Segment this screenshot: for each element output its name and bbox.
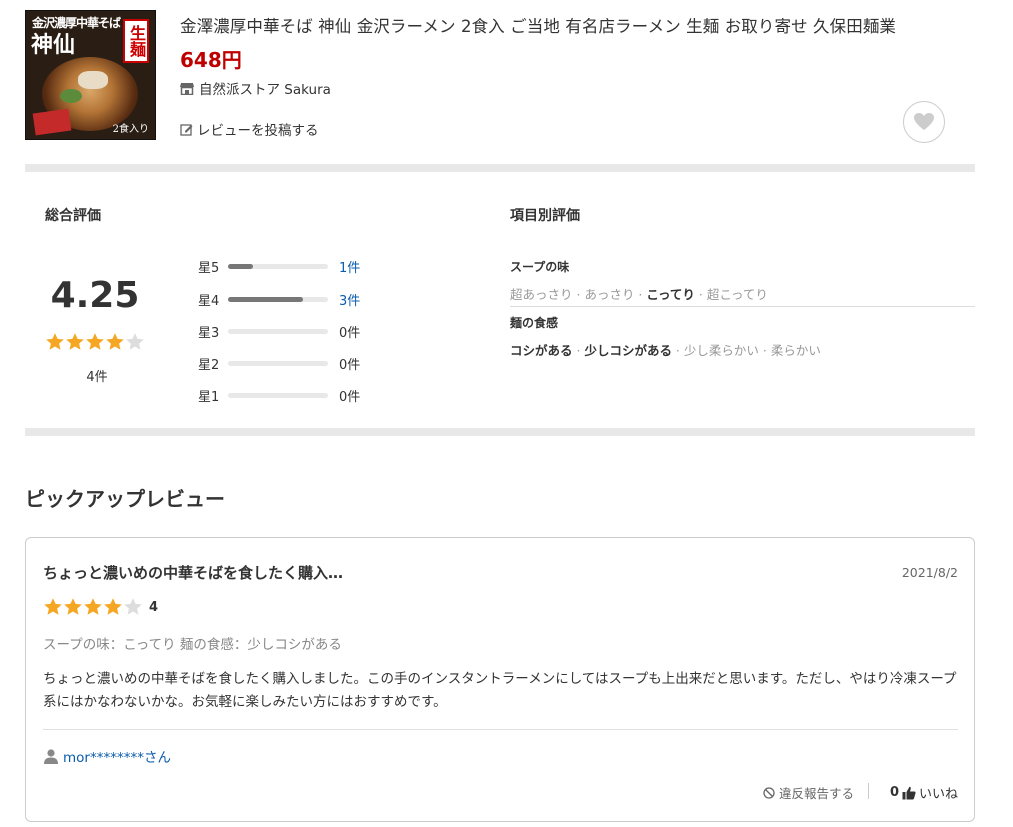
item-option: 超こってり (706, 287, 768, 302)
item-option: 超あっさり (510, 287, 573, 302)
rating-bar-label: 星1 (198, 389, 220, 405)
option-separator: · (694, 287, 707, 302)
star-icon (85, 332, 105, 352)
like-label: いいね (918, 787, 958, 802)
average-stars (45, 332, 149, 352)
rating-bar-track (228, 360, 328, 366)
item-option: 少しコシがある (584, 343, 672, 358)
item-option: 柔らかい (770, 343, 821, 358)
edit-icon (180, 123, 193, 136)
review-body: ちょっと濃いめの中華そばを食したく購入しました。この手のインスタントラーメンにし… (43, 671, 957, 710)
review-card: ちょっと濃いめの中華そばを食したく購入… 2021/8/2 4 スープの味：こっ… (25, 537, 975, 822)
item-option: コシがある (510, 343, 573, 358)
star-icon (43, 597, 63, 617)
item-option: こってり (646, 287, 695, 302)
section-divider (25, 164, 975, 172)
package-graphic (32, 108, 72, 136)
total-review-count: 4件 (86, 370, 108, 385)
option-separator: · (572, 343, 585, 358)
rating-bar-row: 星1 0件 (198, 385, 360, 405)
rating-bar-label: 星5 (198, 260, 220, 276)
report-label: 違反報告する (778, 786, 854, 801)
rating-bar-count: 0件 (339, 357, 361, 373)
rating-bar-count[interactable]: 1件 (339, 257, 360, 276)
heart-icon (914, 113, 934, 130)
rating-bar-track (228, 392, 328, 398)
review-date: 2021/8/2 (901, 565, 958, 580)
store-link[interactable]: 自然派ストア Sakura (180, 78, 331, 98)
product-price: 648円 (180, 48, 242, 72)
thumbs-up-icon (902, 786, 916, 799)
rating-bar-row[interactable]: 星5 1件 (198, 256, 360, 276)
reviewer-name: mor********さん (63, 750, 171, 766)
rating-bar-fill (228, 296, 303, 302)
item-rating-options: 超あっさり · あっさり · こってり · 超こってり (510, 284, 975, 303)
product-image[interactable]: 金沢濃厚中華そば 神仙 生麺 2食入り (25, 10, 156, 140)
product-image-brand: 神仙 (31, 32, 76, 58)
product-image-count: 2食入り (112, 124, 149, 135)
rating-bar-label: 星3 (198, 325, 220, 341)
star-icon (63, 597, 83, 617)
product-image-badge: 生麺 (123, 19, 149, 63)
rating-bar-row[interactable]: 星4 3件 (198, 289, 360, 309)
star-icon (65, 332, 85, 352)
review-divider (43, 729, 958, 730)
store-icon (180, 82, 194, 95)
action-divider (868, 783, 869, 799)
item-rating-soup: スープの味 超あっさり · あっさり · こってり · 超こってり (510, 258, 975, 303)
post-review-link[interactable]: レビューを投稿する (180, 119, 319, 139)
item-option: 少し柔らかい (683, 343, 759, 358)
like-button[interactable]: 0 いいね (890, 783, 958, 802)
post-review-label: レビューを投稿する (197, 123, 319, 139)
user-icon (44, 749, 58, 764)
product-title[interactable]: 金澤濃厚中華そば 神仙 金沢ラーメン 2食入 ご当地 有名店ラーメン 生麺 お取… (180, 13, 980, 37)
rating-bar-count[interactable]: 3件 (339, 290, 360, 309)
reviewer-link[interactable]: mor********さん (43, 746, 171, 766)
review-title[interactable]: ちょっと濃いめの中華そばを食したく購入… (43, 562, 343, 583)
rating-bar-track (228, 263, 328, 269)
star-icon (105, 332, 125, 352)
star-icon (103, 597, 123, 617)
star-icon (83, 597, 103, 617)
star-icon (45, 332, 65, 352)
rating-bar-track (228, 296, 328, 302)
rating-bar-fill (228, 263, 253, 269)
section-divider (25, 428, 975, 436)
review-attributes: スープの味：こってり 麺の食感：少しコシがある (43, 637, 342, 653)
favorite-button[interactable] (903, 101, 945, 143)
item-rating-name: スープの味 (510, 260, 570, 274)
overall-rating-heading: 総合評価 (45, 208, 101, 224)
rating-bar-count: 0件 (339, 389, 361, 405)
rating-bar-row: 星2 0件 (198, 353, 360, 373)
review-stars (43, 597, 143, 617)
star-icon (123, 597, 143, 617)
prohibit-icon (763, 786, 775, 799)
review-rating: 4 (43, 597, 158, 617)
option-separator: · (758, 343, 771, 358)
average-score: 4.25 (50, 275, 140, 316)
item-option: あっさり (584, 287, 635, 302)
pickup-review-heading: ピックアップレビュー (25, 487, 225, 511)
rating-bar-track (228, 328, 328, 334)
review-score: 4 (149, 599, 159, 615)
store-name: 自然派ストア Sakura (199, 82, 331, 98)
rating-bar-row: 星3 0件 (198, 321, 360, 341)
item-divider (510, 306, 975, 307)
option-separator: · (634, 287, 647, 302)
item-rating-options: コシがある · 少しコシがある · 少し柔らかい · 柔らかい (510, 340, 975, 359)
like-count: 0 (889, 785, 899, 800)
option-separator: · (671, 343, 684, 358)
star-icon (125, 332, 145, 352)
item-rating-heading: 項目別評価 (510, 208, 580, 224)
option-separator: · (572, 287, 585, 302)
item-rating-name: 麺の食感 (510, 316, 559, 330)
rating-bar-label: 星2 (198, 357, 220, 373)
item-rating-noodle: 麺の食感 コシがある · 少しコシがある · 少し柔らかい · 柔らかい (510, 314, 975, 359)
rating-bar-label: 星4 (198, 293, 220, 309)
report-button[interactable]: 違反報告する (763, 783, 854, 802)
rating-bar-count: 0件 (339, 325, 361, 341)
